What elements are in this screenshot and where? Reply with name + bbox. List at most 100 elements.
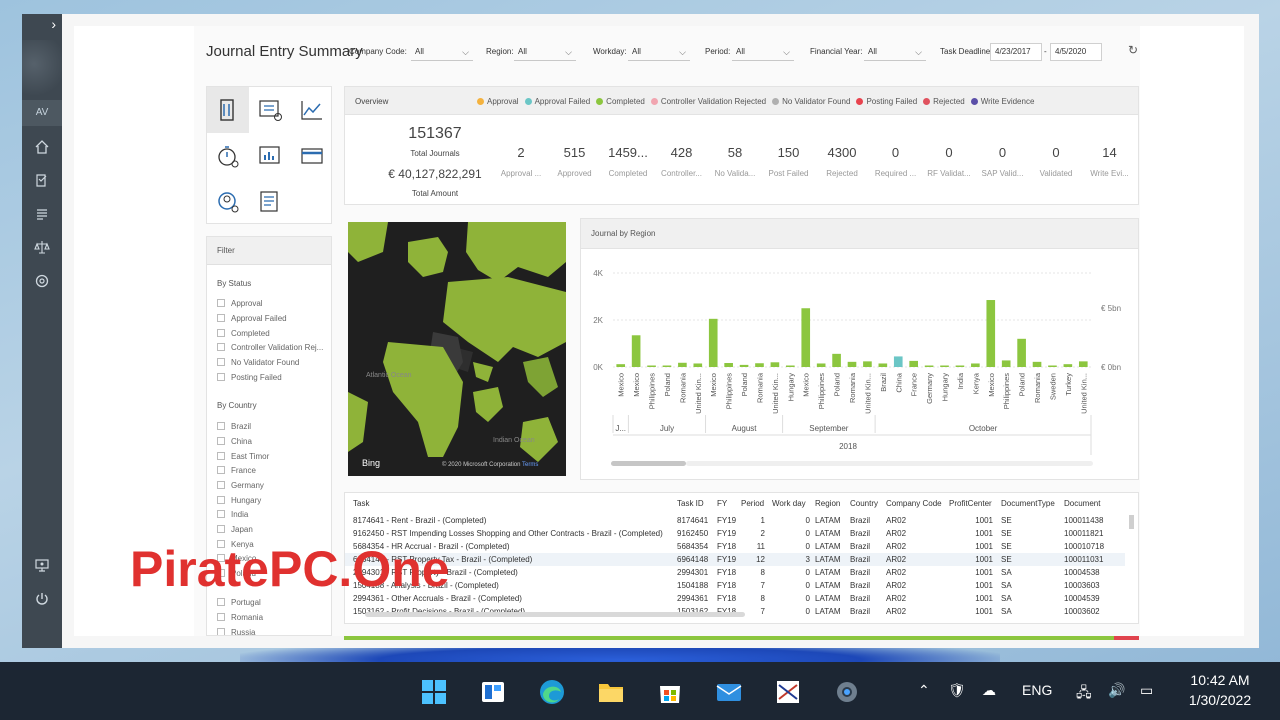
column-header[interactable]: Task ID <box>677 497 713 510</box>
column-header[interactable]: Document <box>1064 497 1122 510</box>
country-checkbox[interactable]: Brazil <box>217 420 251 432</box>
column-header[interactable]: Task <box>353 497 673 510</box>
document-tile[interactable] <box>249 179 291 225</box>
refresh-icon[interactable]: ↻ <box>1128 43 1140 57</box>
table-row[interactable]: 9162450 - RST Impending Losses Shopping … <box>345 527 1125 540</box>
transfer-tile[interactable] <box>249 87 291 133</box>
terms-link[interactable]: Terms <box>522 462 538 468</box>
status-checkbox[interactable]: Posting Failed <box>217 371 282 383</box>
financial-year-select[interactable]: All ⌵ <box>864 43 926 61</box>
trend-tile[interactable] <box>291 87 333 133</box>
deadline-to-field[interactable]: 4/5/2020 <box>1050 43 1102 61</box>
status-checkbox[interactable]: Approval <box>217 297 263 309</box>
monitor-icon[interactable] <box>22 550 62 580</box>
legend-item[interactable]: Rejected <box>923 97 965 106</box>
mail-icon[interactable] <box>713 676 745 708</box>
country-checkbox[interactable]: France <box>217 464 256 476</box>
chart-scrollbar[interactable] <box>611 461 686 466</box>
column-header[interactable]: DocumentType <box>1001 497 1059 510</box>
kpi-card[interactable]: 2 Approval ... <box>495 145 547 178</box>
snipping-tool-icon[interactable] <box>772 676 804 708</box>
kpi-card[interactable]: 428 Controller... <box>656 145 708 178</box>
legend-item[interactable]: Approval Failed <box>524 97 590 106</box>
kpi-card[interactable]: 515 Approved <box>549 145 601 178</box>
deadline-from-field[interactable]: 4/23/2017 <box>990 43 1042 61</box>
column-header[interactable]: Country <box>850 497 882 510</box>
country-checkbox[interactable]: China <box>217 435 252 447</box>
company-code-select[interactable]: All ⌵ <box>411 43 473 61</box>
edge-browser-icon[interactable] <box>536 676 568 708</box>
country-checkbox[interactable]: Germany <box>217 479 264 491</box>
tasks-icon[interactable] <box>22 165 62 195</box>
country-checkbox[interactable]: Japan <box>217 523 253 535</box>
kpi-card[interactable]: 0 Required ... <box>870 145 922 178</box>
country-checkbox[interactable]: India <box>217 508 248 520</box>
table-row[interactable]: 2994301 - RST Property - Brazil - (Compl… <box>345 566 1125 579</box>
timer-tile[interactable] <box>207 133 249 179</box>
network-icon[interactable]: 🖧 <box>1076 682 1092 706</box>
status-checkbox[interactable]: Completed <box>217 327 270 339</box>
country-checkbox[interactable]: Romania <box>217 611 263 623</box>
bar-report-tile[interactable] <box>249 133 291 179</box>
table-row[interactable]: 5684354 - HR Accrual - Brazil - (Complet… <box>345 540 1125 553</box>
status-checkbox[interactable]: No Validator Found <box>217 356 299 368</box>
column-header[interactable]: Company Code <box>886 497 944 510</box>
kpi-card[interactable]: 4300 Rejected <box>816 145 868 178</box>
show-hidden-icons[interactable]: ⌃ <box>918 682 930 699</box>
kpi-card[interactable]: 1459... Completed <box>602 145 654 178</box>
widgets-icon[interactable] <box>477 676 509 708</box>
list-icon[interactable] <box>22 199 62 229</box>
table-row[interactable]: 8174641 - Rent - Brazil - (Completed) 817… <box>345 514 1125 527</box>
workday-select[interactable]: All ⌵ <box>628 43 690 61</box>
legend-item[interactable]: No Validator Found <box>772 97 850 106</box>
kpi-card[interactable]: 150 Post Failed <box>763 145 815 178</box>
column-header[interactable]: FY <box>717 497 739 510</box>
user-avatar[interactable]: AV <box>22 100 62 126</box>
column-header[interactable]: Period <box>741 497 765 510</box>
horizontal-scrollbar[interactable] <box>365 612 745 617</box>
column-header[interactable]: ProfitCenter <box>949 497 993 510</box>
kpi-card[interactable]: 0 RF Validat... <box>923 145 975 178</box>
expand-sidebar-icon[interactable]: › <box>22 14 62 36</box>
kpi-card[interactable]: 0 SAP Valid... <box>977 145 1029 178</box>
profile-tile[interactable] <box>207 179 249 225</box>
legend-item[interactable]: Completed <box>596 97 645 106</box>
journal-tile[interactable] <box>207 87 249 133</box>
file-explorer-icon[interactable] <box>595 676 627 708</box>
status-checkbox[interactable]: Approval Failed <box>217 312 287 324</box>
clock[interactable]: 10:42 AM 1/30/2022 <box>1178 672 1262 708</box>
power-icon[interactable] <box>22 584 62 614</box>
volume-icon[interactable]: 🔊 <box>1108 682 1125 699</box>
legend-item[interactable]: Controller Validation Rejected <box>650 97 766 106</box>
cloud-icon[interactable]: ☁ <box>982 682 996 699</box>
table-row[interactable]: 6964148 - RST Property Tax - Brazil - (C… <box>345 553 1125 566</box>
column-header[interactable]: Work day <box>772 497 810 510</box>
country-checkbox[interactable]: East Timor <box>217 450 269 462</box>
country-checkbox[interactable]: Hungary <box>217 494 261 506</box>
kpi-card[interactable]: 14 Write Evi... <box>1084 145 1136 178</box>
kpi-card[interactable]: 58 No Valida... <box>709 145 761 178</box>
balance-icon[interactable] <box>22 232 62 262</box>
table-row[interactable]: 2994361 - Other Accruals - Brazil - (Com… <box>345 592 1125 605</box>
legend-item[interactable]: Posting Failed <box>856 97 917 106</box>
store-icon[interactable] <box>654 676 686 708</box>
region-select[interactable]: All ⌵ <box>514 43 576 61</box>
period-select[interactable]: All ⌵ <box>732 43 794 61</box>
region-map[interactable]: Atlantic Ocean Indian Ocean Bing © 2020 … <box>348 222 566 476</box>
country-checkbox[interactable]: Russia <box>217 626 255 635</box>
status-checkbox[interactable]: Controller Validation Rej... <box>217 341 323 353</box>
settings-icon[interactable] <box>22 266 62 296</box>
card-tile[interactable] <box>291 133 333 179</box>
table-row[interactable]: 1504188 - Analysis - Brazil - (Completed… <box>345 579 1125 592</box>
security-icon[interactable]: 🛡 <box>948 682 966 699</box>
battery-icon[interactable]: ▭ <box>1140 682 1153 699</box>
legend-item[interactable]: Approval <box>477 97 519 106</box>
home-icon[interactable] <box>22 132 62 162</box>
settings-gear-icon[interactable] <box>831 676 863 708</box>
vertical-scrollbar[interactable] <box>1129 515 1134 529</box>
kpi-card[interactable]: 0 Validated <box>1030 145 1082 178</box>
start-icon[interactable] <box>418 676 450 708</box>
language-indicator[interactable]: ENG <box>1022 682 1052 698</box>
legend-item[interactable]: Write Evidence <box>970 97 1034 106</box>
column-header[interactable]: Region <box>815 497 847 510</box>
